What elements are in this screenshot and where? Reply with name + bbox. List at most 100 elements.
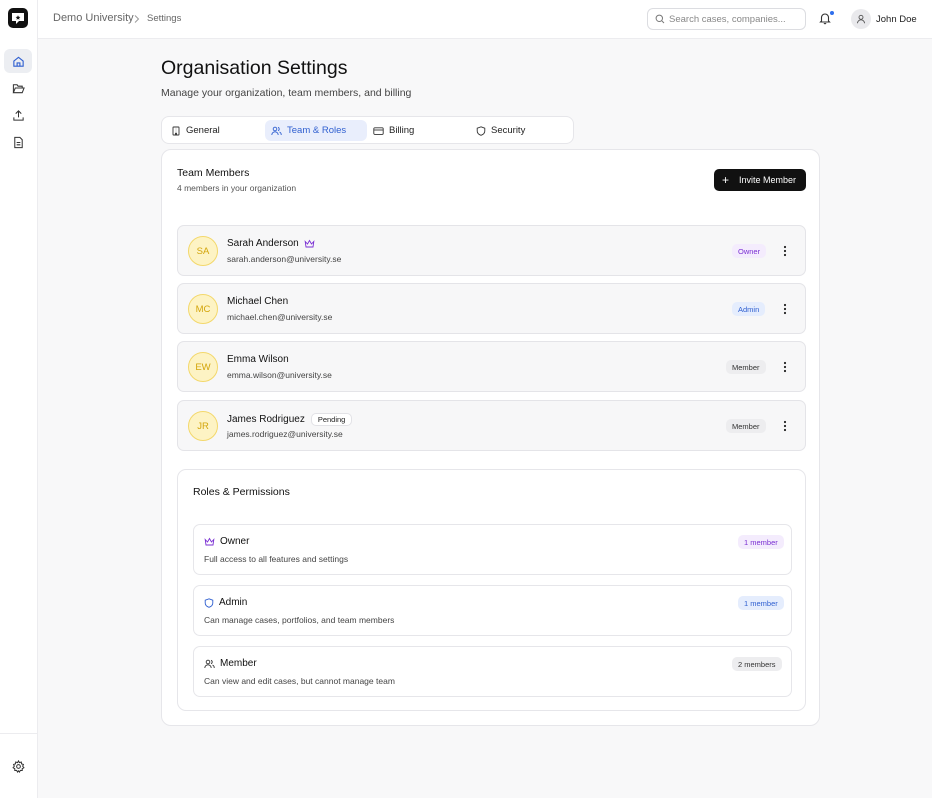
- role-name: Member: [220, 658, 257, 669]
- users-icon: [204, 659, 215, 668]
- member-row[interactable]: JR James Rodriguez Pending james.rodrigu…: [177, 400, 806, 451]
- nav-settings[interactable]: [4, 754, 32, 778]
- more-vertical-icon: [783, 420, 787, 432]
- home-icon: [12, 56, 24, 67]
- role-badge-member: Member: [726, 419, 766, 433]
- nav-home[interactable]: [4, 49, 32, 73]
- search-input[interactable]: [669, 12, 801, 26]
- nav-document[interactable]: [4, 130, 32, 154]
- tab-label: Team & Roles: [287, 125, 347, 136]
- more-vertical-icon: [783, 245, 787, 257]
- role-name: Admin: [219, 597, 248, 608]
- page-subtitle: Manage your organization, team members, …: [161, 87, 412, 99]
- user-avatar[interactable]: [851, 9, 871, 29]
- settings-tabs: General Team & Roles Billing Security: [161, 116, 574, 144]
- member-email: sarah.anderson@university.se: [227, 254, 342, 264]
- more-vertical-icon: [783, 361, 787, 373]
- nav-folder[interactable]: [4, 76, 32, 100]
- nav-upload[interactable]: [4, 103, 32, 127]
- role-count-badge: 1 member: [738, 596, 784, 610]
- tab-general[interactable]: General: [165, 120, 265, 141]
- team-card: Team Members 4 members in your organizat…: [161, 149, 820, 726]
- invite-member-button[interactable]: + Invite Member: [714, 169, 806, 191]
- shield-icon: [476, 125, 486, 136]
- top-bar: Demo University Settings John Doe: [38, 0, 932, 39]
- tab-security[interactable]: Security: [470, 120, 570, 141]
- member-name-line: James Rodriguez Pending: [227, 413, 353, 426]
- member-name: Sarah Anderson: [227, 238, 299, 249]
- invite-member-label: Invite Member: [739, 175, 797, 185]
- member-row[interactable]: SA Sarah Anderson sarah.anderson@univers…: [177, 225, 806, 276]
- team-members-title: Team Members: [177, 167, 250, 179]
- member-name: Emma Wilson: [227, 354, 289, 365]
- member-name-line: Sarah Anderson: [227, 238, 315, 249]
- crown-icon: [204, 537, 215, 545]
- user-icon: [857, 14, 865, 24]
- role-title: Member: [204, 658, 257, 669]
- role-description: Full access to all features and settings: [204, 554, 349, 564]
- roles-permissions-title: Roles & Permissions: [193, 486, 290, 498]
- breadcrumb-page: Settings: [147, 13, 182, 24]
- building-icon: [172, 126, 180, 135]
- role-badge-admin: Admin: [732, 302, 766, 316]
- users-icon: [271, 126, 282, 135]
- upload-icon: [12, 109, 24, 121]
- search-icon: [655, 14, 665, 24]
- member-name-line: Michael Chen: [227, 296, 288, 307]
- member-avatar: EW: [188, 352, 218, 382]
- member-email: james.rodriguez@university.se: [227, 429, 343, 439]
- app-logo[interactable]: [7, 7, 29, 29]
- role-description: Can manage cases, portfolios, and team m…: [204, 615, 395, 625]
- tab-team-roles[interactable]: Team & Roles: [265, 120, 367, 141]
- member-name: James Rodriguez: [227, 414, 305, 425]
- pending-badge: Pending: [310, 413, 353, 426]
- tab-billing[interactable]: Billing: [367, 120, 469, 141]
- team-members-subtitle: 4 members in your organization: [177, 183, 297, 193]
- notification-dot: [829, 10, 835, 16]
- role-count-badge: 1 member: [738, 535, 784, 549]
- member-name-line: Emma Wilson: [227, 354, 289, 365]
- role-badge-member: Member: [726, 360, 766, 374]
- member-menu-button[interactable]: [779, 418, 791, 434]
- role-row-owner: Owner Full access to all features and se…: [193, 524, 792, 575]
- more-vertical-icon: [783, 303, 787, 315]
- shield-icon: [204, 597, 214, 608]
- role-title: Admin: [204, 597, 247, 608]
- role-row-member: Member Can view and edit cases, but cann…: [193, 646, 792, 697]
- user-name[interactable]: John Doe: [876, 14, 917, 25]
- member-avatar: MC: [188, 294, 218, 324]
- member-menu-button[interactable]: [779, 301, 791, 317]
- chevron-right-icon: [134, 15, 140, 23]
- tab-label: Security: [491, 125, 526, 136]
- role-title: Owner: [204, 536, 249, 547]
- role-count-badge: 2 members: [732, 657, 782, 671]
- member-menu-button[interactable]: [779, 243, 791, 259]
- member-menu-button[interactable]: [779, 359, 791, 375]
- role-row-admin: Admin Can manage cases, portfolios, and …: [193, 585, 792, 636]
- member-email: michael.chen@university.se: [227, 312, 333, 322]
- plus-icon: +: [722, 173, 730, 187]
- sidebar: [0, 0, 38, 798]
- member-email: emma.wilson@university.se: [227, 370, 332, 380]
- role-name: Owner: [220, 536, 250, 547]
- document-icon: [13, 136, 23, 148]
- member-avatar: SA: [188, 236, 218, 266]
- role-badge-owner: Owner: [732, 244, 767, 258]
- gear-icon: [11, 759, 25, 773]
- sidebar-divider: [0, 733, 38, 734]
- member-row[interactable]: MC Michael Chen michael.chen@university.…: [177, 283, 806, 334]
- member-avatar: JR: [188, 411, 218, 441]
- credit-card-icon: [373, 126, 384, 135]
- tab-label: General: [186, 125, 220, 136]
- member-name: Michael Chen: [227, 296, 289, 307]
- roles-permissions-card: Roles & Permissions Owner Full access to…: [177, 469, 806, 711]
- page-title: Organisation Settings: [161, 57, 348, 79]
- crown-icon: [304, 239, 315, 247]
- member-row[interactable]: EW Emma Wilson emma.wilson@university.se…: [177, 341, 806, 392]
- breadcrumb-org[interactable]: Demo University: [53, 12, 134, 24]
- search-box[interactable]: [647, 8, 806, 30]
- notifications-button[interactable]: [818, 10, 835, 27]
- folder-open-icon: [12, 83, 25, 93]
- tab-label: Billing: [389, 125, 415, 136]
- role-description: Can view and edit cases, but cannot mana…: [204, 676, 395, 686]
